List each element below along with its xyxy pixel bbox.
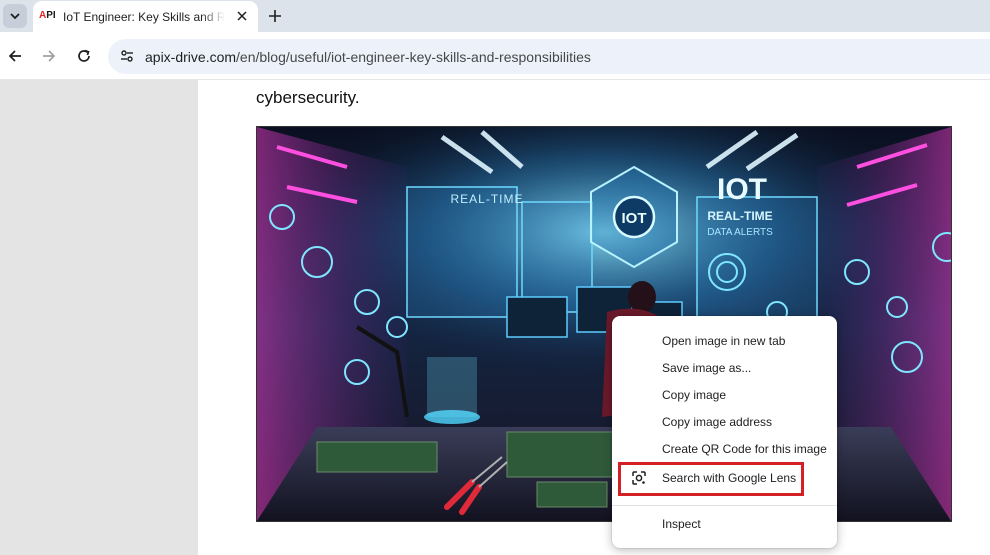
menu-item-label: Inspect: [662, 517, 701, 531]
url-text: apix-drive.com/en/blog/useful/iot-engine…: [145, 49, 591, 65]
tune-icon: [121, 50, 133, 62]
menu-item-open-image-new-tab[interactable]: Open image in new tab: [612, 328, 837, 355]
paragraph-text: cybersecurity.: [256, 88, 360, 107]
tab-strip: API IoT Engineer: Key Skills and Respons…: [0, 0, 990, 32]
reload-button[interactable]: [72, 44, 96, 68]
chevron-down-icon: [10, 13, 20, 20]
back-button[interactable]: [3, 44, 27, 68]
menu-item-label: Save image as...: [662, 361, 752, 375]
tab-close-button[interactable]: [233, 7, 251, 25]
menu-item-copy-image-address[interactable]: Copy image address: [612, 409, 837, 436]
arrow-left-icon: [8, 50, 21, 62]
image-text-iot-big: IOT: [717, 173, 767, 206]
tab-search-button[interactable]: [3, 4, 27, 28]
image-context-menu: Open image in new tab Save image as... C…: [612, 316, 837, 548]
new-tab-button[interactable]: [264, 5, 286, 27]
highlight-box: [618, 462, 804, 496]
image-text-iot-hex: IOT: [622, 210, 647, 227]
menu-item-label: Open image in new tab: [662, 334, 786, 348]
close-icon: [237, 11, 247, 21]
forward-button[interactable]: [37, 44, 61, 68]
page-left-margin: [0, 80, 198, 555]
browser-toolbar: apix-drive.com/en/blog/useful/iot-engine…: [0, 32, 990, 80]
iot-lab-illustration: IOT REAL-TIME IOT REAL-TIME DATA ALERTS: [257, 127, 951, 521]
image-text-realtime: REAL-TIME: [450, 192, 523, 206]
plus-icon: [269, 10, 281, 22]
menu-item-inspect[interactable]: Inspect: [612, 511, 837, 538]
menu-item-create-qr-code[interactable]: Create QR Code for this image: [612, 436, 837, 463]
image-text-alerts: DATA ALERTS: [707, 227, 773, 238]
article-image[interactable]: IOT REAL-TIME IOT REAL-TIME DATA ALERTS: [256, 126, 952, 522]
site-info-button[interactable]: [116, 45, 138, 67]
menu-item-label: Create QR Code for this image: [662, 442, 827, 456]
menu-item-label: Copy image address: [662, 415, 773, 429]
arrow-right-icon: [43, 50, 56, 62]
menu-item-copy-image[interactable]: Copy image: [612, 382, 837, 409]
image-text-realtime-2: REAL-TIME: [707, 209, 772, 223]
apix-drive-favicon: API: [39, 10, 56, 21]
menu-separator: [612, 505, 837, 506]
menu-item-save-image-as[interactable]: Save image as...: [612, 355, 837, 382]
menu-item-label: Copy image: [662, 388, 727, 402]
tab-title: IoT Engineer: Key Skills and Responsibil…: [63, 10, 225, 24]
reload-icon: [78, 49, 90, 62]
active-tab[interactable]: API IoT Engineer: Key Skills and Respons…: [33, 1, 258, 32]
address-bar[interactable]: apix-drive.com/en/blog/useful/iot-engine…: [108, 39, 990, 74]
